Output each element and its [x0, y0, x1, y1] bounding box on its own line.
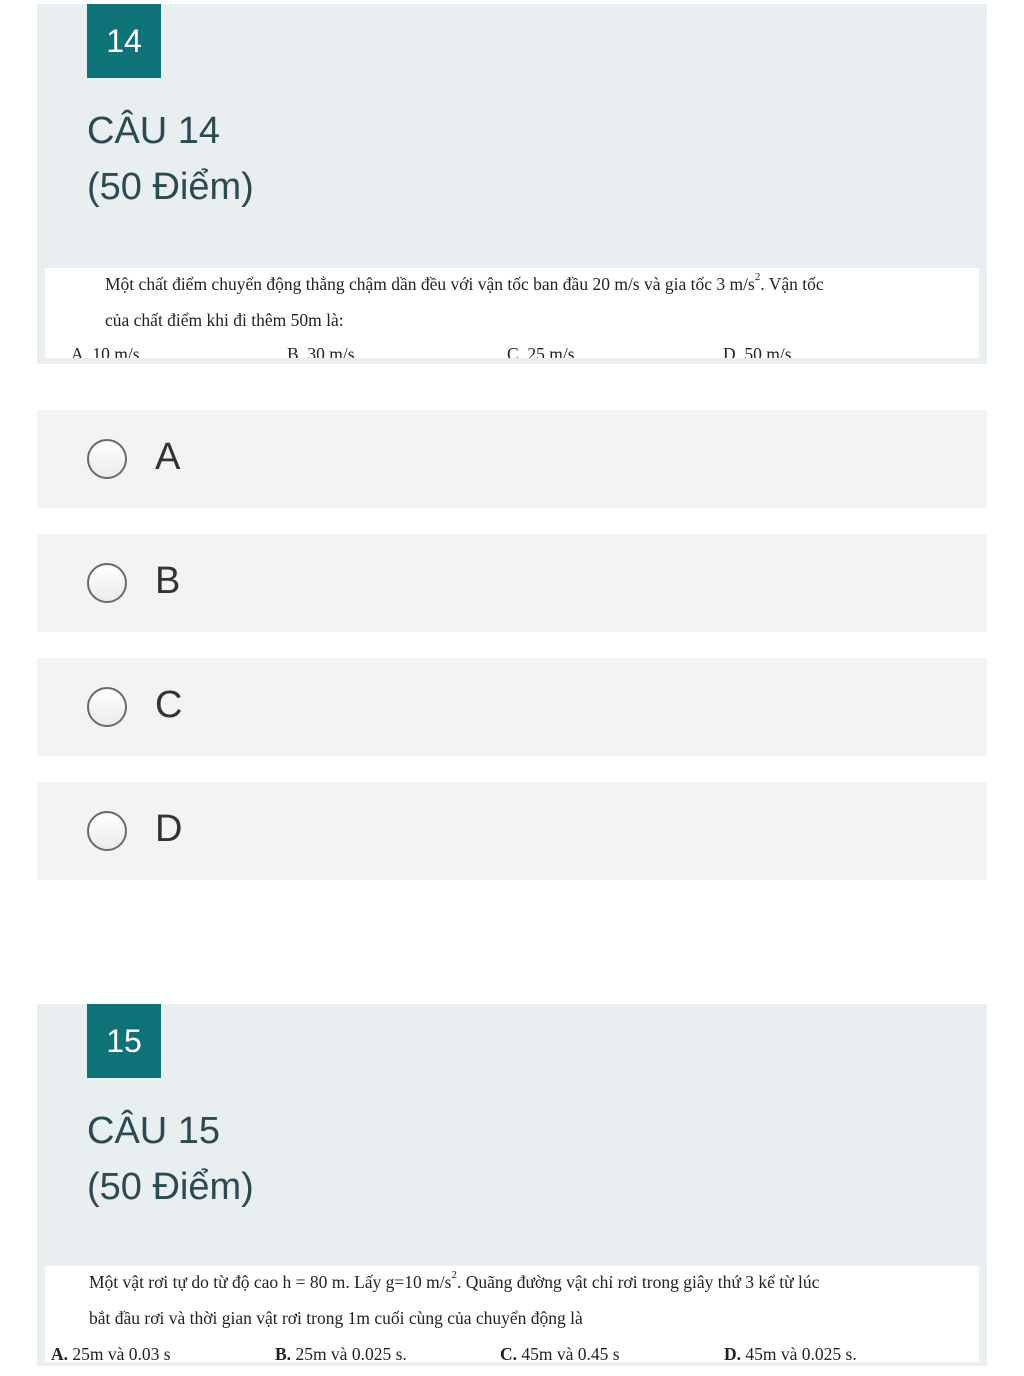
question-choice: A. 10 m/s [71, 344, 140, 358]
radio-button[interactable] [87, 439, 127, 479]
question-text-line: Một chất điểm chuyển động thẳng chậm dần… [105, 271, 824, 294]
question-title: CÂU 15 [87, 1110, 221, 1152]
question-choice: D. 50 m/s [723, 344, 792, 358]
question-number-badge: 15 [87, 1004, 161, 1078]
question-choice: B. 25m và 0.025 s. [275, 1344, 407, 1362]
option-label: D [155, 808, 183, 850]
question-points: (50 Điểm) [87, 166, 254, 208]
question-points: (50 Điểm) [87, 1166, 254, 1208]
question-text-line: bắt đầu rơi và thời gian vật rơi trong 1… [89, 1308, 583, 1328]
question-14-header: 14 CÂU 14 (50 Điểm) Một chất điểm chuyển… [37, 4, 987, 364]
answer-option-d[interactable]: D [37, 782, 987, 880]
question-choice: B. 30 m/s [287, 344, 355, 358]
question-number-badge: 14 [87, 4, 161, 78]
radio-button[interactable] [87, 563, 127, 603]
answer-option-b[interactable]: B [37, 534, 987, 632]
option-label: C [155, 684, 183, 726]
radio-button[interactable] [87, 811, 127, 851]
option-label: B [155, 560, 181, 602]
question-text-line: Một vật rơi tự do từ độ cao h = 80 m. Lấ… [89, 1269, 820, 1292]
answer-option-c[interactable]: C [37, 658, 987, 756]
answer-option-a[interactable]: A [37, 410, 987, 508]
question-choice: C. 45m và 0.45 s [500, 1344, 620, 1362]
radio-button[interactable] [87, 687, 127, 727]
question-choice: D. 45m và 0.025 s. [724, 1344, 857, 1362]
question-text-line: của chất điểm khi đi thêm 50m là: [105, 310, 344, 330]
question-choice: C. 25 m/s [507, 344, 575, 358]
question-image: Một vật rơi tự do từ độ cao h = 80 m. Lấ… [45, 1266, 979, 1362]
question-image: Một chất điểm chuyển động thẳng chậm dần… [45, 268, 979, 358]
question-title: CÂU 14 [87, 110, 221, 152]
option-label: A [155, 436, 181, 478]
question-choice: A. 25m và 0.03 s [51, 1344, 171, 1362]
question-15-header: 15 CÂU 15 (50 Điểm) Một vật rơi tự do từ… [37, 1004, 987, 1366]
